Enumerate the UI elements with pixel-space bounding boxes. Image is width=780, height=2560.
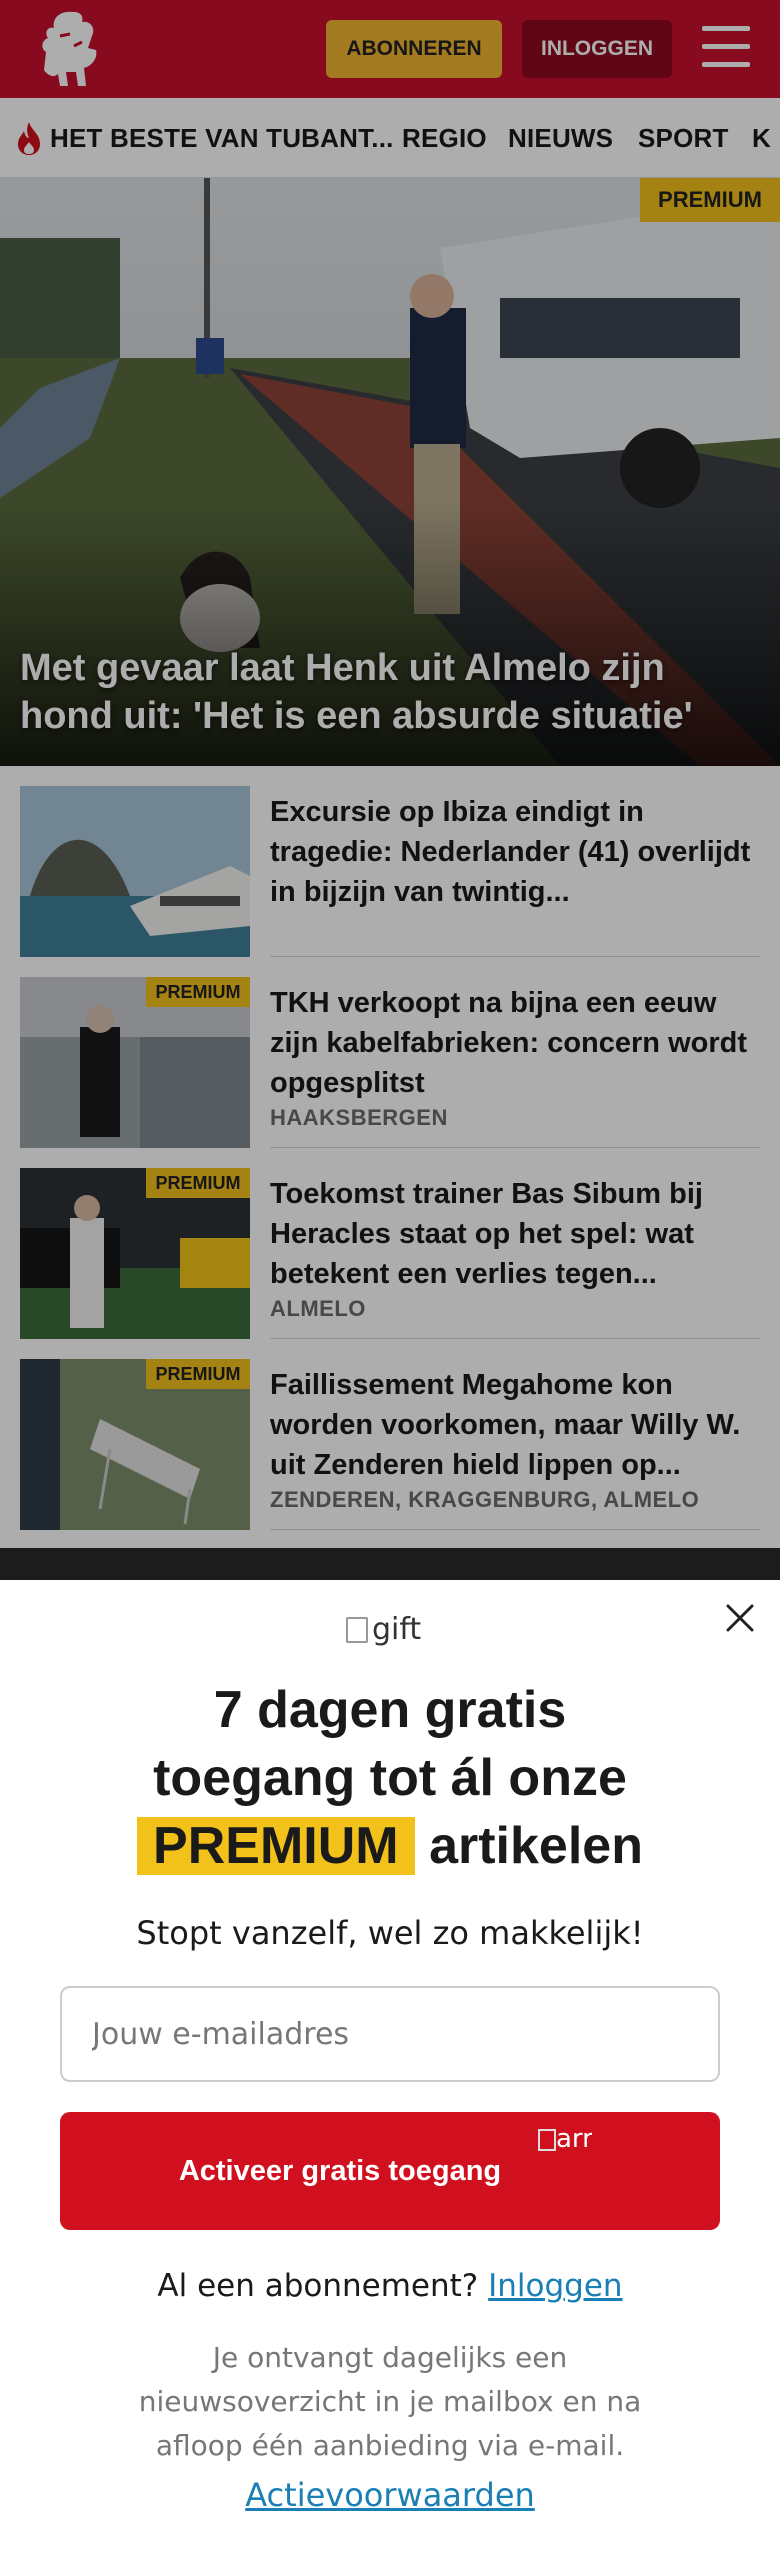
terms-link-wrap: Actievoorwaarden (40, 2476, 740, 2514)
activate-free-access-button[interactable]: Activeer gratis toegang arrow-right (60, 2112, 720, 2230)
terms-link[interactable]: Actievoorwaarden (245, 2476, 535, 2514)
premium-trial-modal: gift 7 dagen gratis toegang tot ál onze … (0, 1580, 780, 2560)
close-icon[interactable] (722, 1600, 758, 1636)
gift-icon: gift (346, 1612, 421, 1647)
premium-highlight: PREMIUM (137, 1817, 415, 1875)
modal-backdrop[interactable] (0, 0, 780, 1580)
email-field[interactable] (60, 1986, 720, 2082)
arrow-right-icon: arrow-right (538, 2122, 592, 2220)
modal-subtitle: Stopt vanzelf, wel zo makkelijk! (136, 1914, 644, 1952)
info-text: Je ontvangt dagelijks een nieuwsoverzich… (138, 2341, 642, 2462)
login-link[interactable]: Inloggen (488, 2268, 622, 2304)
existing-subscription-text: Al een abonnement? Inloggen (157, 2268, 623, 2304)
modal-title: 7 dagen gratis toegang tot ál onze PREMI… (40, 1676, 740, 1880)
